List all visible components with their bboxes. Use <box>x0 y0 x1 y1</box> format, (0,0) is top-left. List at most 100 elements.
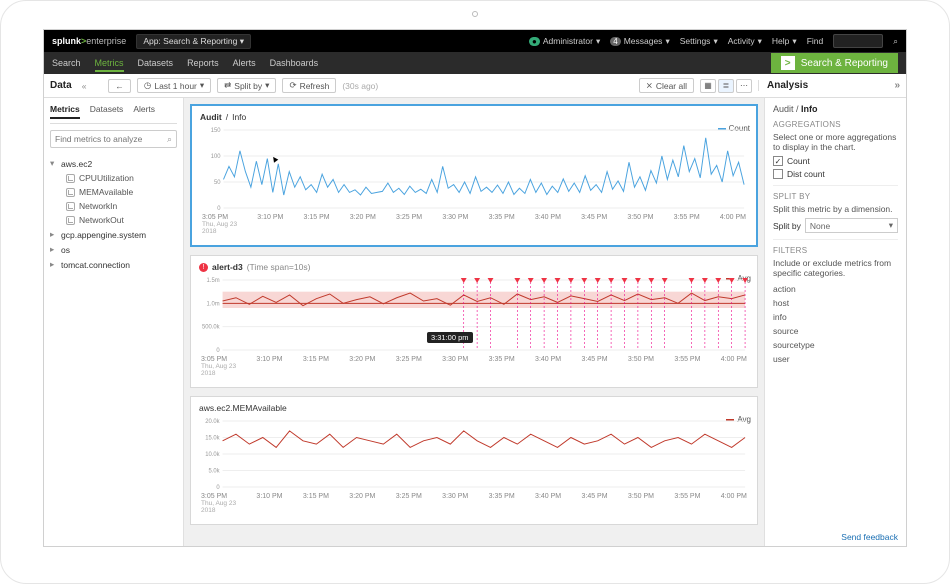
svg-text:5.0k: 5.0k <box>208 468 219 474</box>
analysis-panel: Audit / Info AGGREGATIONS Select one or … <box>764 98 906 546</box>
admin-menu[interactable]: ●Administrator ▾ <box>529 36 600 47</box>
view-more-button[interactable]: ⋯ <box>736 79 752 93</box>
splitby-desc: Split this metric by a dimension. <box>773 204 898 214</box>
tree-node-aws-ec2[interactable]: ▾aws.ec2 <box>50 156 177 171</box>
filter-item[interactable]: source <box>773 324 898 338</box>
metric-icon <box>66 188 75 197</box>
checkbox-icon: ✓ <box>773 156 783 166</box>
cursor-icon <box>270 154 278 162</box>
tree-leaf-netout[interactable]: NetworkOut <box>50 213 177 227</box>
tree-node-gcp[interactable]: ▸gcp.appengine.system <box>50 227 177 242</box>
filter-item[interactable]: action <box>773 282 898 296</box>
chart1-xaxis: 3:05 PMThu, Aug 2320183:10 PM3:15 PM3:20… <box>200 214 748 235</box>
charts-canvas: Audit / Info Count 150100500 3:05 PMThu,… <box>184 98 764 546</box>
find-input[interactable] <box>833 34 883 48</box>
svg-text:1.0m: 1.0m <box>207 301 220 307</box>
chart1-plot: 150100500 <box>200 126 748 212</box>
checkbox-distcount[interactable]: Dist count <box>773 169 898 179</box>
filters-list: actionhostinfosourcesourcetypeuser <box>773 282 898 366</box>
menu-datasets[interactable]: Datasets <box>138 54 174 72</box>
metric-icon <box>66 202 75 211</box>
refresh-ago: (30s ago) <box>342 81 378 91</box>
alert-icon <box>199 263 208 272</box>
metric-search-input[interactable] <box>55 134 167 144</box>
sidebar-tab-alerts[interactable]: Alerts <box>133 104 155 119</box>
workspace-toolbar: Data « ← ◷Last 1 hour ▾ ⇄Split by ▾ ⟳Ref… <box>44 74 906 98</box>
filters-desc: Include or exclude metrics from specific… <box>773 258 898 278</box>
camera-dot <box>472 11 478 17</box>
aggregations-header: AGGREGATIONS <box>773 120 898 129</box>
menu-metrics[interactable]: Metrics <box>95 54 124 72</box>
app-badge: >Search & Reporting <box>771 53 898 73</box>
svg-text:500.0k: 500.0k <box>202 325 220 331</box>
metrics-tree: ▾aws.ec2 CPUUtilization MEMAvailable Net… <box>50 156 177 272</box>
activity-menu[interactable]: Activity ▾ <box>728 36 762 47</box>
chart-card-audit-info[interactable]: Audit / Info Count 150100500 3:05 PMThu,… <box>190 104 758 247</box>
svg-text:0: 0 <box>217 206 221 212</box>
filter-item[interactable]: user <box>773 352 898 366</box>
chart1-title-a: Audit <box>200 112 222 122</box>
clear-icon: ⨯ <box>646 80 653 91</box>
metric-icon <box>66 174 75 183</box>
brand-name: splunk <box>52 36 81 46</box>
sidebar-tab-datasets[interactable]: Datasets <box>90 104 124 119</box>
sidebar-tab-metrics[interactable]: Metrics <box>50 104 80 119</box>
metric-icon <box>66 216 75 225</box>
back-button[interactable]: ← <box>108 79 131 93</box>
chevron-down-icon: ▾ <box>889 220 893 231</box>
settings-menu[interactable]: Settings ▾ <box>680 36 718 47</box>
view-grid-button[interactable]: ▦ <box>700 79 716 93</box>
menu-search[interactable]: Search <box>52 54 81 72</box>
tree-node-tomcat[interactable]: ▸tomcat.connection <box>50 257 177 272</box>
svg-text:20.0k: 20.0k <box>205 419 219 425</box>
filter-item[interactable]: host <box>773 296 898 310</box>
splitby-select[interactable]: None▾ <box>805 218 898 233</box>
collapse-left-icon[interactable]: « <box>82 81 87 91</box>
brand-edition: enterprise <box>86 36 126 46</box>
app-selector[interactable]: App: Search & Reporting ▾ <box>136 34 251 49</box>
collapse-right-icon[interactable]: » <box>894 80 900 91</box>
chart2-title: alert-d3 <box>212 262 243 272</box>
aggregations-desc: Select one or more aggregations to displ… <box>773 132 898 152</box>
tree-leaf-mem[interactable]: MEMAvailable <box>50 185 177 199</box>
svg-text:50: 50 <box>214 180 221 186</box>
svg-text:1.5m: 1.5m <box>207 278 220 284</box>
svg-text:150: 150 <box>211 128 221 134</box>
filters-header: FILTERS <box>773 246 898 255</box>
find-label: Find <box>807 36 824 46</box>
view-list-button[interactable]: ≣ <box>718 79 734 93</box>
menu-dashboards[interactable]: Dashboards <box>270 54 319 72</box>
splitby-label: Split by <box>773 221 801 231</box>
menu-reports[interactable]: Reports <box>187 54 219 72</box>
chart3-plot: 20.0k15.0k10.0k5.0k0 <box>199 417 749 491</box>
tree-leaf-cpu[interactable]: CPUUtilization <box>50 171 177 185</box>
user-status-icon: ● <box>529 37 540 46</box>
chart-card-alert-d3[interactable]: alert-d3 (Time span=10s) Avg 1.5m1.0m500… <box>190 255 758 388</box>
filter-item[interactable]: info <box>773 310 898 324</box>
send-feedback-link[interactable]: Send feedback <box>841 532 898 542</box>
tree-node-os[interactable]: ▸os <box>50 242 177 257</box>
refresh-button[interactable]: ⟳Refresh <box>282 78 336 93</box>
search-icon[interactable]: ⌕ <box>893 36 898 47</box>
menu-alerts[interactable]: Alerts <box>233 54 256 72</box>
tree-leaf-netin[interactable]: NetworkIn <box>50 199 177 213</box>
metric-search[interactable]: ⌕ <box>50 130 177 148</box>
chart-card-memavailable[interactable]: aws.ec2.MEMAvailable Avg 20.0k15.0k10.0k… <box>190 396 758 525</box>
chart2-plot: 1.5m 1.0m 500.0k 0 3:31:00 pm <box>199 276 749 354</box>
splitby-header: SPLIT BY <box>773 192 898 201</box>
checkbox-icon <box>773 169 783 179</box>
brand: splunk>enterprise <box>52 36 126 46</box>
chart3-title: aws.ec2.MEMAvailable <box>199 403 287 413</box>
clear-all-button[interactable]: ⨯Clear all <box>639 78 694 93</box>
splitby-picker[interactable]: ⇄Split by ▾ <box>217 78 276 93</box>
chart2-tooltip: 3:31:00 pm <box>427 332 473 343</box>
help-menu[interactable]: Help ▾ <box>772 36 797 47</box>
filter-item[interactable]: sourcetype <box>773 338 898 352</box>
refresh-icon: ⟳ <box>289 80 296 91</box>
svg-text:15.0k: 15.0k <box>205 435 219 441</box>
app-menubar: Search Metrics Datasets Reports Alerts D… <box>44 52 906 74</box>
time-range-picker[interactable]: ◷Last 1 hour ▾ <box>137 78 211 93</box>
svg-text:0: 0 <box>216 348 220 354</box>
checkbox-count[interactable]: ✓Count <box>773 156 898 166</box>
messages-menu[interactable]: 4Messages ▾ <box>610 36 669 47</box>
